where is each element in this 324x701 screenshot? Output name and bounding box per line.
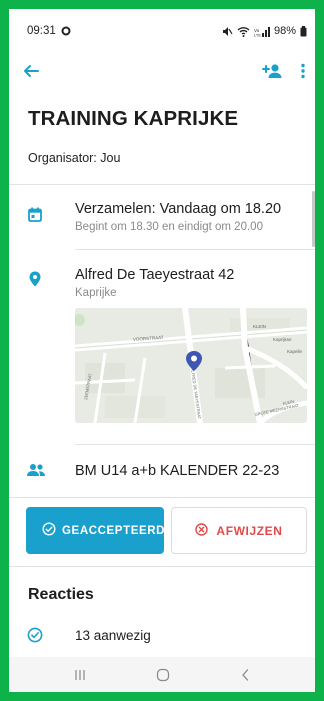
system-nav-bar: [9, 657, 315, 692]
recent-apps-icon[interactable]: [74, 669, 86, 681]
signal-icon: Vo LTE: [254, 26, 270, 37]
svg-text:Kaprijkse: Kaprijkse: [273, 337, 292, 342]
svg-text:Kapelle: Kapelle: [287, 349, 303, 354]
reject-button[interactable]: AFWIJZEN: [171, 507, 307, 554]
svg-text:LTE: LTE: [254, 32, 261, 37]
organizer-text: Organisator: Jou: [28, 151, 121, 165]
wifi-icon: [237, 26, 250, 37]
event-title: TRAINING KAPRIJKE: [28, 107, 239, 130]
check-circle-icon: [42, 522, 56, 539]
divider: [9, 497, 315, 498]
app-bar: [9, 47, 315, 95]
address-text: Alfred De Taeyestraat 42: [75, 267, 235, 283]
location-map[interactable]: VOORSTRAAT KLEIN Kaprijkse Kapelle ALFRE…: [75, 308, 307, 423]
divider: [9, 566, 315, 567]
scrollbar[interactable]: [312, 191, 315, 247]
phone-screen: 09:31 Vo LTE 98% TRAINING KAPRIJKE Organ…: [9, 9, 315, 692]
city-text: Kaprijke: [75, 287, 117, 299]
reaction-present-row[interactable]: 13 aanwezig: [9, 620, 315, 650]
battery-icon: [300, 25, 307, 37]
notification-icon: [61, 26, 71, 36]
accept-label: GEACCEPTEERD: [62, 524, 166, 537]
mute-icon: [221, 26, 233, 37]
divider: [9, 184, 315, 185]
status-bar: 09:31 Vo LTE 98%: [9, 9, 315, 47]
time-row: Verzamelen: Vandaag om 18.20 Begint om 1…: [9, 191, 315, 249]
home-icon[interactable]: [156, 668, 170, 682]
reject-label: AFWIJZEN: [216, 523, 283, 538]
accept-button[interactable]: GEACCEPTEERD: [26, 507, 164, 554]
divider: [75, 249, 315, 250]
gather-time-text: Verzamelen: Vandaag om 18.20: [75, 201, 282, 217]
cancel-circle-icon: [195, 522, 209, 539]
calendar-name-text: BM U14 a+b KALENDER 22-23: [75, 463, 280, 479]
back-arrow-icon[interactable]: [23, 63, 39, 79]
group-icon: [26, 463, 46, 482]
divider: [75, 444, 315, 445]
battery-percent: 98%: [273, 25, 296, 37]
back-nav-icon[interactable]: [240, 668, 250, 682]
status-time: 09:31: [27, 25, 56, 37]
event-time-range-text: Begint om 18.30 en eindigt om 20.00: [75, 221, 263, 233]
location-pin-icon: [29, 271, 41, 292]
location-row[interactable]: Alfred De Taeyestraat 42 Kaprijke: [9, 257, 315, 305]
more-vert-icon[interactable]: [301, 63, 305, 79]
calendar-icon: [28, 207, 42, 227]
svg-text:KLEIN: KLEIN: [253, 324, 266, 329]
check-circle-icon: [27, 627, 43, 648]
present-count-text: 13 aanwezig: [75, 628, 151, 643]
reactions-title: Reacties: [28, 586, 94, 603]
calendar-row[interactable]: BM U14 a+b KALENDER 22-23: [9, 449, 315, 495]
person-add-icon[interactable]: [261, 63, 283, 79]
